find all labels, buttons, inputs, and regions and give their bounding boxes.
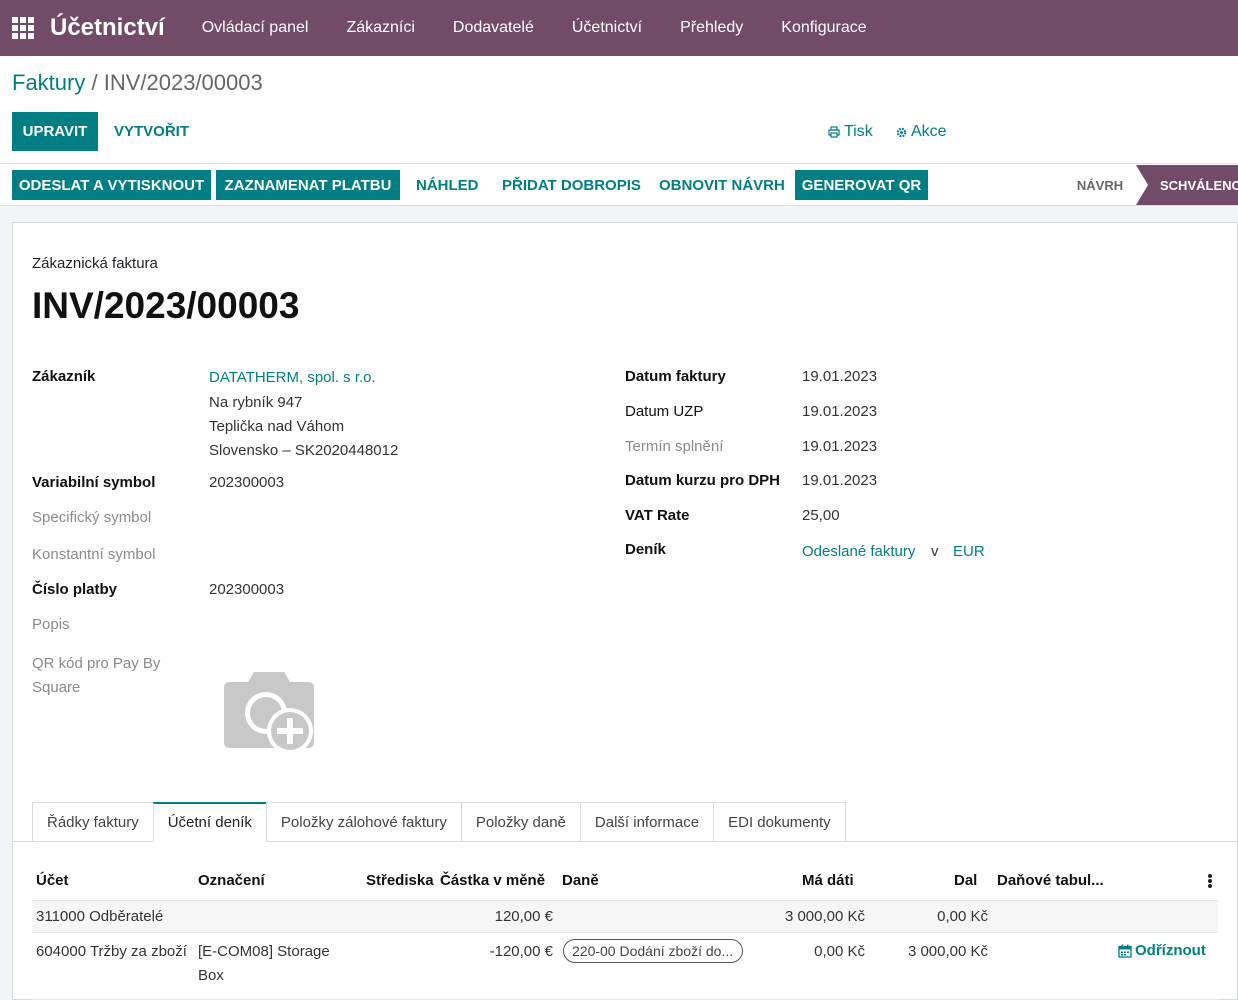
menu-customers[interactable]: Zákazníci [346, 19, 414, 37]
column-options-icon[interactable] [1208, 874, 1212, 888]
tab-edi-documents[interactable]: EDI dokumenty [713, 802, 846, 842]
column-credit[interactable]: Dal [954, 872, 977, 889]
gear-icon [896, 127, 907, 137]
tab-journal-items[interactable]: Účetní deník [152, 802, 266, 842]
vat-rate-value[interactable]: 25,00 [802, 507, 840, 524]
action-label: Akce [911, 123, 947, 140]
cutoff-label: Odříznout [1135, 942, 1206, 959]
header-divider [0, 163, 1238, 164]
row2-label-line1: [E-COM08] Storage [198, 943, 330, 960]
top-navbar: Účetnictví Ovládací panel Zákazníci Doda… [0, 0, 1238, 56]
column-analytic[interactable]: Střediska [366, 872, 434, 889]
specific-symbol-label: Specifický symbol [32, 509, 152, 526]
register-payment-button[interactable]: ZAZNAMENAT PLATBU [216, 170, 400, 200]
menu-vendors[interactable]: Dodavatelé [453, 19, 534, 37]
row2-label-line2: Box [198, 967, 224, 984]
row1-amount-currency: 120,00 € [494, 908, 553, 925]
invoice-date-label: Datum faktury [625, 368, 726, 385]
due-date-value[interactable]: 19.01.2023 [802, 438, 877, 455]
journal-in-label: v [931, 543, 939, 560]
payment-reference-label: Číslo platby [32, 581, 118, 598]
column-tax-grid[interactable]: Daňové tabul... [997, 872, 1104, 889]
notebook-tabs: Řádky faktury Účetní deník Položky záloh… [32, 802, 846, 842]
row2-account: 604000 Tržby za zboží [36, 943, 187, 960]
vat-rate-label: VAT Rate [625, 507, 690, 524]
document-type: Zákaznická faktura [32, 255, 158, 272]
action-button[interactable]: Akce [896, 120, 947, 144]
taxable-supply-date-label: Datum UZP [625, 403, 704, 420]
send-and-print-button[interactable]: ODESLAT A VYTISKNOUT [12, 170, 211, 200]
edit-button[interactable]: UPRAVIT [12, 112, 98, 151]
breadcrumb-separator: / [85, 70, 104, 95]
reset-to-draft-button[interactable]: OBNOVIT NÁVRH [659, 170, 785, 200]
row2-amount-currency: -120,00 € [489, 943, 553, 960]
tab-advance-invoice-items[interactable]: Položky zálohové faktury [265, 802, 461, 842]
invoice-number: INV/2023/00003 [32, 285, 300, 326]
journal-label: Deník [625, 541, 666, 558]
column-account[interactable]: Účet [36, 872, 69, 889]
menu-accounting[interactable]: Účetnictví [572, 19, 642, 37]
tab-invoice-lines[interactable]: Řádky faktury [32, 802, 153, 842]
row1-account: 311000 Odběratelé [36, 908, 164, 925]
menu-configuration[interactable]: Konfigurace [781, 19, 866, 37]
row1-credit: 0,00 Kč [937, 908, 988, 925]
taxable-supply-date-value[interactable]: 19.01.2023 [802, 403, 877, 420]
breadcrumb-invoices-link[interactable]: Faktury [12, 70, 85, 95]
cutoff-button[interactable]: Odříznout [1118, 942, 1206, 959]
customer-address-line3: Slovensko – SK2020448012 [209, 442, 399, 459]
variable-symbol-label: Variabilní symbol [32, 474, 156, 491]
status-posted: SCHVÁLENO [1136, 165, 1238, 205]
breadcrumb: Faktury / INV/2023/00003 [12, 70, 263, 96]
print-button[interactable]: Tisk [828, 120, 873, 144]
customer-label: Zákazník [32, 368, 96, 385]
row2-debit: 0,00 Kč [814, 943, 865, 960]
table-row[interactable] [32, 900, 1218, 933]
qr-code-label: QR kód pro Pay By Square [32, 655, 161, 696]
invoice-date-value[interactable]: 19.01.2023 [802, 368, 877, 385]
description-label: Popis [32, 616, 70, 633]
status-draft: NÁVRH [1076, 177, 1124, 193]
printer-icon [828, 126, 840, 138]
row2-credit: 3 000,00 Kč [907, 943, 988, 960]
customer-address-line1: Na rybník 947 [209, 394, 303, 411]
constant-symbol-label: Konstantní symbol [32, 546, 156, 563]
create-button[interactable]: VYTVOŘIT [114, 112, 189, 151]
camera-plus-icon[interactable] [220, 668, 318, 758]
row1-debit: 3 000,00 Kč [784, 908, 865, 925]
customer-link[interactable]: DATATHERM, spol. s r.o. [209, 369, 376, 386]
vat-rate-date-value[interactable]: 19.01.2023 [802, 472, 877, 489]
variable-symbol-value[interactable]: 202300003 [209, 474, 284, 491]
column-label[interactable]: Označení [198, 872, 265, 889]
add-credit-note-button[interactable]: PŘIDAT DOBROPIS [502, 170, 641, 200]
column-taxes[interactable]: Daně [562, 872, 599, 889]
print-label: Tisk [844, 123, 873, 140]
tab-other-info[interactable]: Další informace [579, 802, 714, 842]
tab-tax-items[interactable]: Položky daně [460, 802, 580, 842]
journal-link[interactable]: Odeslané faktury [802, 543, 915, 560]
calendar-icon [1118, 944, 1132, 958]
payment-reference-value[interactable]: 202300003 [209, 581, 284, 598]
apps-menu-icon[interactable] [12, 17, 34, 39]
breadcrumb-current: INV/2023/00003 [103, 70, 263, 95]
preview-button[interactable]: NÁHLED [416, 170, 479, 200]
menu-reporting[interactable]: Přehledy [680, 19, 743, 37]
column-debit[interactable]: Má dáti [802, 872, 854, 889]
vat-rate-date-label: Datum kurzu pro DPH [625, 472, 781, 489]
due-date-label: Termín splnění [625, 438, 724, 455]
generate-qr-button[interactable]: GENEROVAT QR [795, 170, 928, 200]
app-brand[interactable]: Účetnictví [50, 14, 165, 42]
customer-address-line2: Teplička nad Váhom [209, 418, 345, 435]
column-amount-currency[interactable]: Částka v měně [440, 872, 545, 889]
currency-link[interactable]: EUR [953, 543, 985, 560]
row2-tax-badge: 220-00 Dodání zboží do... [563, 939, 743, 963]
menu-dashboard[interactable]: Ovládací panel [202, 19, 309, 37]
